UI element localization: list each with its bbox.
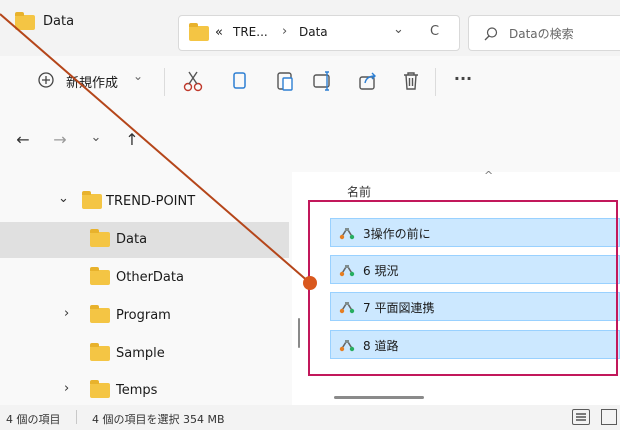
divider [164, 68, 165, 96]
nav-item-sample[interactable]: Sample [0, 336, 289, 372]
folder-icon [82, 191, 102, 209]
paste-icon[interactable] [272, 68, 298, 94]
delete-icon[interactable] [398, 68, 424, 94]
nav-item-otherdata[interactable]: OtherData [0, 260, 289, 296]
more-options-icon[interactable]: ··· [450, 66, 476, 92]
search-box[interactable]: Dataの検索 [468, 15, 620, 51]
nav-item-label: TREND-POINT [106, 194, 196, 209]
breadcrumb-data[interactable]: Data [299, 25, 328, 39]
chevron-right-icon[interactable]: › [64, 381, 69, 396]
forward-button[interactable]: → [49, 128, 71, 152]
overflow-chevron[interactable]: « [215, 25, 223, 40]
folder-icon [90, 380, 110, 398]
divider [76, 410, 77, 424]
nav-item-label: Program [116, 308, 171, 323]
new-plus-icon [38, 72, 54, 88]
nav-item-label: OtherData [116, 270, 184, 285]
folder-icon [15, 12, 35, 30]
copy-icon[interactable] [226, 68, 252, 94]
window-title: Data [43, 14, 75, 29]
divider [435, 68, 436, 96]
nav-item-temps[interactable]: › Temps [0, 373, 289, 409]
share-icon[interactable] [355, 68, 381, 94]
navigation-pane: ⌄ TREND-POINT Data OtherData › Program S… [0, 172, 292, 405]
horizontal-scrollbar-thumb[interactable] [334, 396, 424, 399]
chevron-down-icon: ⌄ [133, 69, 144, 83]
nav-item-label: Sample [116, 346, 165, 361]
new-button[interactable]: 新規作成 ⌄ [36, 66, 166, 96]
nav-item-program[interactable]: › Program [0, 298, 289, 334]
search-input[interactable]: Dataの検索 [509, 25, 574, 42]
status-bar: 4 個の項目 4 個の項目を選択 354 MB [0, 405, 620, 430]
selection-info: 4 個の項目を選択 354 MB [92, 413, 225, 426]
nav-item-trend-point[interactable]: ⌄ TREND-POINT [0, 184, 289, 220]
folder-icon [90, 305, 110, 323]
nav-item-label: Temps [116, 383, 158, 398]
address-bar[interactable]: « TRE... › Data ⌄ C [178, 15, 460, 51]
selection-highlight-box [308, 200, 618, 376]
folder-icon [90, 229, 110, 247]
breadcrumb-separator: › [282, 24, 288, 39]
search-icon [484, 27, 498, 41]
column-header-name[interactable]: 名前 [347, 183, 371, 200]
rename-icon[interactable] [310, 68, 336, 94]
folder-icon [90, 267, 110, 285]
nav-item-label: Data [116, 232, 148, 247]
details-view-icon[interactable] [572, 409, 590, 425]
nav-scrollbar-thumb[interactable] [298, 318, 300, 348]
address-dropdown-icon[interactable]: ⌄ [393, 22, 404, 37]
recent-locations-button[interactable]: ⌄ [85, 126, 107, 150]
cut-icon[interactable] [180, 68, 206, 94]
large-icons-view-icon[interactable] [601, 409, 617, 425]
new-button-label: 新規作成 [66, 76, 119, 91]
refresh-icon[interactable]: C [430, 24, 439, 39]
folder-icon [189, 23, 209, 41]
item-count: 4 個の項目 [6, 413, 61, 426]
breadcrumb-trend-point[interactable]: TRE... [233, 25, 268, 39]
up-button[interactable]: ↑ [121, 128, 143, 152]
sort-indicator-icon: ^ [484, 169, 494, 182]
folder-icon [90, 343, 110, 361]
nav-item-data[interactable]: Data [0, 222, 289, 258]
chevron-down-icon[interactable]: ⌄ [58, 191, 69, 206]
chevron-right-icon[interactable]: › [64, 306, 69, 321]
back-button[interactable]: ← [12, 128, 34, 152]
